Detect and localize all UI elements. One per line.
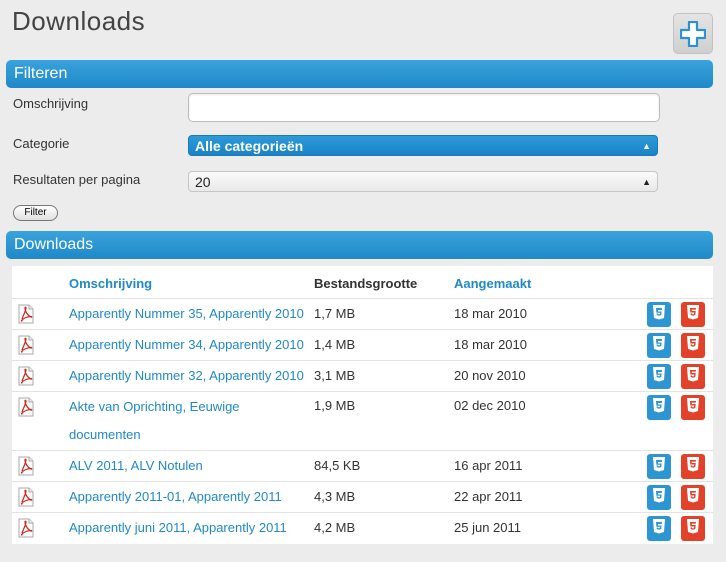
html5-shield-icon xyxy=(686,304,700,325)
created-date: 20 nov 2010 xyxy=(454,368,526,383)
file-size: 3,1 MB xyxy=(314,368,356,383)
pdf-icon[interactable] xyxy=(18,456,34,476)
plus-icon xyxy=(680,20,706,47)
created-date: 18 mar 2010 xyxy=(454,306,527,321)
column-header-size: Bestandsgrootte xyxy=(314,276,418,291)
html5-shield-icon xyxy=(686,518,700,539)
html5-shield-icon xyxy=(686,366,700,387)
edit-button[interactable] xyxy=(647,485,671,510)
select-arrows-icon: ▲ xyxy=(642,141,651,151)
pdf-icon[interactable] xyxy=(18,518,34,538)
downloads-section-header: Downloads xyxy=(6,231,713,259)
html5-shield-icon xyxy=(686,487,700,508)
category-select[interactable]: Alle categorieën ▲ xyxy=(188,135,658,156)
delete-button[interactable] xyxy=(681,395,705,420)
html5-shield-icon xyxy=(686,335,700,356)
delete-button[interactable] xyxy=(681,302,705,327)
filter-button[interactable]: Filter xyxy=(13,205,58,221)
table-row: ALV 2011, ALV Notulen 84,5 KB 16 apr 2011 xyxy=(12,450,713,481)
filter-section-header: Filteren xyxy=(6,60,713,88)
delete-button[interactable] xyxy=(681,516,705,541)
created-date: 22 apr 2011 xyxy=(454,489,523,504)
created-date: 16 apr 2011 xyxy=(454,458,523,473)
select-arrows-icon: ▲ xyxy=(642,177,651,187)
file-size: 84,5 KB xyxy=(314,458,361,473)
table-row: Apparently Nummer 35, Apparently 2010 1,7… xyxy=(12,298,713,329)
page-title: Downloads xyxy=(12,6,146,36)
css3-shield-icon xyxy=(652,487,666,508)
download-link[interactable]: ALV 2011, ALV Notulen xyxy=(69,452,314,480)
edit-button[interactable] xyxy=(647,333,671,358)
css3-shield-icon xyxy=(652,335,666,356)
results-per-page-select[interactable]: 20 ▲ xyxy=(188,171,658,192)
edit-button[interactable] xyxy=(647,395,671,420)
pdf-icon[interactable] xyxy=(18,335,34,355)
download-link[interactable]: Apparently Nummer 34, Apparently 2010 xyxy=(69,331,314,359)
pdf-icon[interactable] xyxy=(18,397,34,417)
css3-shield-icon xyxy=(652,366,666,387)
download-link[interactable]: Akte van Oprichting, Eeuwige documenten xyxy=(69,393,314,449)
column-header-created[interactable]: Aangemaakt xyxy=(454,276,531,291)
download-link[interactable]: Apparently juni 2011, Apparently 2011 xyxy=(69,514,314,542)
description-label: Omschrijving xyxy=(13,96,89,111)
delete-button[interactable] xyxy=(681,364,705,389)
column-header-description[interactable]: Omschrijving xyxy=(69,276,152,291)
table-row: Akte van Oprichting, Eeuwige documenten 1… xyxy=(12,391,713,450)
results-per-page-label: Resultaten per pagina xyxy=(13,172,141,187)
table-row: Apparently Nummer 34, Apparently 2010 1,4… xyxy=(12,329,713,360)
delete-button[interactable] xyxy=(681,333,705,358)
pdf-icon[interactable] xyxy=(18,366,34,386)
add-download-button[interactable] xyxy=(673,13,713,54)
description-input[interactable] xyxy=(188,93,660,122)
created-date: 18 mar 2010 xyxy=(454,337,527,352)
pdf-icon[interactable] xyxy=(18,487,34,507)
downloads-table: Omschrijving Bestandsgrootte Aangemaakt … xyxy=(12,266,713,544)
file-size: 1,9 MB xyxy=(314,398,356,413)
results-per-page-value: 20 xyxy=(195,174,211,190)
created-date: 02 dec 2010 xyxy=(454,398,526,413)
table-row: Apparently Nummer 32, Apparently 2010 3,1… xyxy=(12,360,713,391)
delete-button[interactable] xyxy=(681,454,705,479)
css3-shield-icon xyxy=(652,518,666,539)
file-size: 4,2 MB xyxy=(314,520,356,535)
edit-button[interactable] xyxy=(647,364,671,389)
edit-button[interactable] xyxy=(647,302,671,327)
edit-button[interactable] xyxy=(647,454,671,479)
download-link[interactable]: Apparently Nummer 32, Apparently 2010 xyxy=(69,362,314,390)
css3-shield-icon xyxy=(652,304,666,325)
file-size: 4,3 MB xyxy=(314,489,356,504)
download-link[interactable]: Apparently 2011-01, Apparently 2011 xyxy=(69,483,314,511)
css3-shield-icon xyxy=(652,397,666,418)
category-select-value: Alle categorieën xyxy=(195,138,304,154)
download-link[interactable]: Apparently Nummer 35, Apparently 2010 xyxy=(69,300,314,328)
file-size: 1,7 MB xyxy=(314,306,356,321)
css3-shield-icon xyxy=(652,456,666,477)
edit-button[interactable] xyxy=(647,516,671,541)
category-label: Categorie xyxy=(13,136,70,151)
table-row: Apparently 2011-01, Apparently 2011 4,3 M… xyxy=(12,481,713,512)
created-date: 25 jun 2011 xyxy=(454,520,521,535)
html5-shield-icon xyxy=(686,397,700,418)
table-row: Apparently juni 2011, Apparently 2011 4,2… xyxy=(12,512,713,544)
html5-shield-icon xyxy=(686,456,700,477)
delete-button[interactable] xyxy=(681,485,705,510)
pdf-icon[interactable] xyxy=(18,304,34,324)
file-size: 1,4 MB xyxy=(314,337,356,352)
